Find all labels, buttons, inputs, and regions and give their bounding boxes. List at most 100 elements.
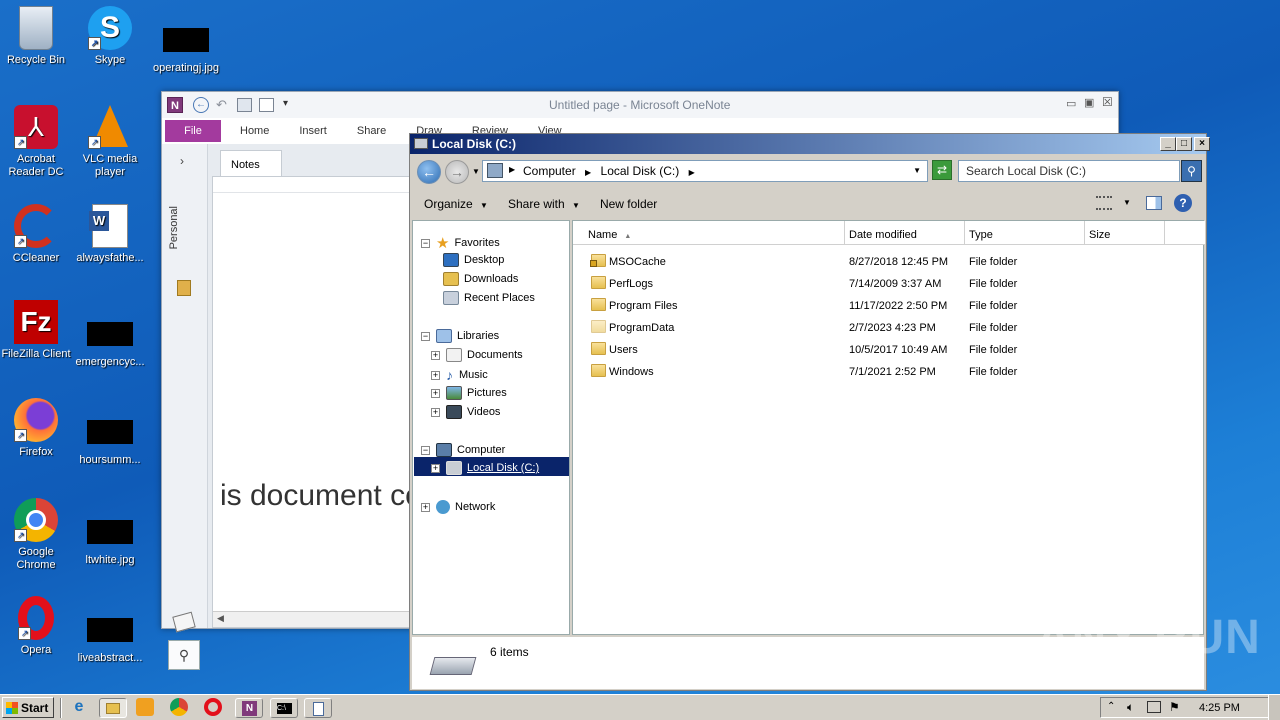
recent-pages-icon[interactable]: ▼: [472, 167, 480, 176]
desktop-icon-emergencyc[interactable]: emergencyc...: [74, 300, 146, 369]
show-desktop-button[interactable]: [1268, 695, 1280, 720]
expand-icon[interactable]: +: [431, 407, 440, 417]
new-folder-button[interactable]: New folder: [590, 197, 667, 211]
action-center-icon[interactable]: ⚑: [1169, 700, 1180, 714]
desktop-icon-opera[interactable]: ↗ Opera: [0, 596, 72, 657]
nav-pictures[interactable]: + Pictures: [431, 386, 507, 400]
clock[interactable]: 4:25 PM: [1199, 702, 1240, 714]
collapse-icon[interactable]: −: [421, 445, 430, 455]
volume-icon[interactable]: 🔈︎: [1127, 700, 1134, 715]
explorer-taskbar-icon[interactable]: [99, 698, 127, 718]
column-header-name[interactable]: Name ▲: [573, 221, 845, 245]
desktop-icon-filezilla[interactable]: Fz FileZilla Client: [0, 300, 72, 361]
desktop-icon-skype[interactable]: S ↗ Skype: [74, 6, 146, 67]
unfiled-notes-icon[interactable]: [172, 611, 196, 633]
expand-icon[interactable]: +: [431, 350, 440, 360]
cmd-taskbar-icon[interactable]: C:\: [270, 698, 298, 718]
nav-desktop[interactable]: Desktop: [443, 253, 504, 267]
customize-qat-icon[interactable]: ▾: [283, 98, 288, 109]
address-dropdown-icon[interactable]: ▼: [913, 166, 921, 175]
scroll-left-icon[interactable]: ◀: [217, 613, 224, 624]
minimize-button[interactable]: _: [1160, 137, 1176, 151]
close-button[interactable]: ×: [1194, 137, 1210, 151]
expand-icon[interactable]: +: [431, 463, 440, 473]
network-tray-icon[interactable]: [1147, 701, 1161, 713]
table-row[interactable]: Users 10/5/2017 10:49 AM File folder: [573, 339, 1203, 361]
desktop-icon-alwaysfathe[interactable]: W alwaysfathe...: [74, 204, 146, 265]
share-with-button[interactable]: Share with ▼: [498, 197, 590, 211]
undo-icon[interactable]: ↶: [216, 97, 227, 113]
nav-videos[interactable]: + Videos: [431, 405, 500, 419]
table-row[interactable]: PerfLogs 7/14/2009 3:37 AM File folder: [573, 273, 1203, 295]
search-icon[interactable]: ⚲: [1181, 160, 1202, 182]
expand-navigation-icon[interactable]: ›: [180, 154, 184, 168]
collapse-icon[interactable]: −: [421, 238, 430, 248]
media-player-icon[interactable]: [136, 698, 154, 716]
desktop-icon-liveabstract[interactable]: liveabstract...: [74, 596, 146, 665]
collapse-icon[interactable]: −: [421, 331, 430, 341]
nav-favorites[interactable]: − ★ Favorites: [421, 234, 500, 252]
nav-computer[interactable]: − Computer: [421, 443, 505, 457]
show-hidden-icons-icon[interactable]: ⌃: [1107, 701, 1115, 712]
close-button[interactable]: ☒: [1102, 95, 1113, 109]
notebook-name[interactable]: Personal: [168, 206, 180, 249]
expand-icon[interactable]: +: [431, 388, 440, 398]
search-input[interactable]: Search Local Disk (C:): [958, 160, 1180, 182]
nav-downloads[interactable]: Downloads: [443, 272, 518, 286]
chrome-taskbar-icon[interactable]: [170, 698, 188, 716]
refresh-button[interactable]: ⇄: [932, 160, 952, 180]
nav-recent-places[interactable]: Recent Places: [443, 291, 535, 305]
tab-share[interactable]: Share: [342, 125, 401, 137]
desktop-icon-ccleaner[interactable]: ↗ CCleaner: [0, 204, 72, 265]
nav-libraries[interactable]: − Libraries: [421, 329, 499, 343]
breadcrumb-computer[interactable]: Computer: [523, 164, 576, 178]
start-button[interactable]: Start: [2, 697, 54, 718]
tab-file[interactable]: File: [165, 120, 221, 142]
back-button[interactable]: ←: [417, 160, 441, 184]
view-options-icon[interactable]: ▼: [1123, 198, 1131, 207]
maximize-button[interactable]: □: [1176, 137, 1192, 151]
explorer-titlebar[interactable]: Local Disk (C:) _ □ ×: [410, 134, 1210, 154]
dock-icon[interactable]: [237, 98, 252, 112]
desktop-icon-operatingj[interactable]: operatingj.jpg: [150, 6, 222, 75]
minimize-button[interactable]: ▭: [1066, 97, 1076, 110]
desktop-icon-acrobat[interactable]: ⅄ ↗ Acrobat Reader DC: [0, 105, 72, 179]
desktop-icon-vlc[interactable]: ↗ VLC media player: [74, 105, 146, 179]
column-header-type[interactable]: Type: [965, 221, 1085, 245]
tab-home[interactable]: Home: [225, 125, 284, 137]
page-body-text[interactable]: is document co: [220, 479, 422, 513]
tab-insert[interactable]: Insert: [284, 125, 342, 137]
restore-button[interactable]: ▣: [1084, 96, 1094, 109]
expand-icon[interactable]: +: [431, 370, 440, 380]
column-header-extra[interactable]: [1165, 221, 1205, 245]
ie-icon[interactable]: e: [68, 698, 90, 718]
column-header-date[interactable]: Date modified: [845, 221, 965, 245]
column-header-size[interactable]: Size: [1085, 221, 1165, 245]
table-row[interactable]: Windows 7/1/2021 2:52 PM File folder: [573, 361, 1203, 383]
address-bar[interactable]: ▶ Computer ▶ Local Disk (C:) ▶ ▼: [482, 160, 928, 182]
breadcrumb-local-disk[interactable]: Local Disk (C:): [601, 164, 680, 178]
full-page-view-icon[interactable]: [259, 98, 274, 112]
expand-icon[interactable]: +: [421, 502, 430, 512]
notebook-icon[interactable]: [177, 280, 191, 296]
table-row[interactable]: MSOCache 8/27/2018 12:45 PM File folder: [573, 251, 1203, 273]
change-view-icon[interactable]: [1096, 196, 1112, 210]
section-tab-notes[interactable]: Notes: [220, 150, 282, 176]
desktop-icon-ltwhite[interactable]: ltwhite.jpg: [74, 498, 146, 567]
forward-button[interactable]: →: [445, 160, 469, 184]
table-row[interactable]: Program Files 11/17/2022 2:50 PM File fo…: [573, 295, 1203, 317]
nav-local-disk[interactable]: + Local Disk (C:): [431, 461, 539, 475]
notepad-taskbar-icon[interactable]: [304, 698, 332, 718]
desktop-icon-recycle-bin[interactable]: Recycle Bin: [0, 6, 72, 67]
explorer-window[interactable]: Local Disk (C:) _ □ × ← → ▼ ▶ Computer ▶…: [409, 133, 1210, 691]
help-icon[interactable]: ?: [1174, 194, 1192, 212]
onenote-taskbar-icon[interactable]: N: [235, 698, 263, 718]
organize-button[interactable]: Organize ▼: [414, 197, 498, 211]
desktop-icon-firefox[interactable]: ↗ Firefox: [0, 398, 72, 459]
table-row[interactable]: ProgramData 2/7/2023 4:23 PM File folder: [573, 317, 1203, 339]
desktop-icon-hoursumm[interactable]: hoursumm...: [74, 398, 146, 467]
back-icon[interactable]: ←: [193, 97, 209, 113]
preview-pane-icon[interactable]: [1146, 196, 1162, 210]
nav-documents[interactable]: + Documents: [431, 348, 523, 362]
desktop-icon-chrome[interactable]: ↗ Google Chrome: [0, 498, 72, 572]
